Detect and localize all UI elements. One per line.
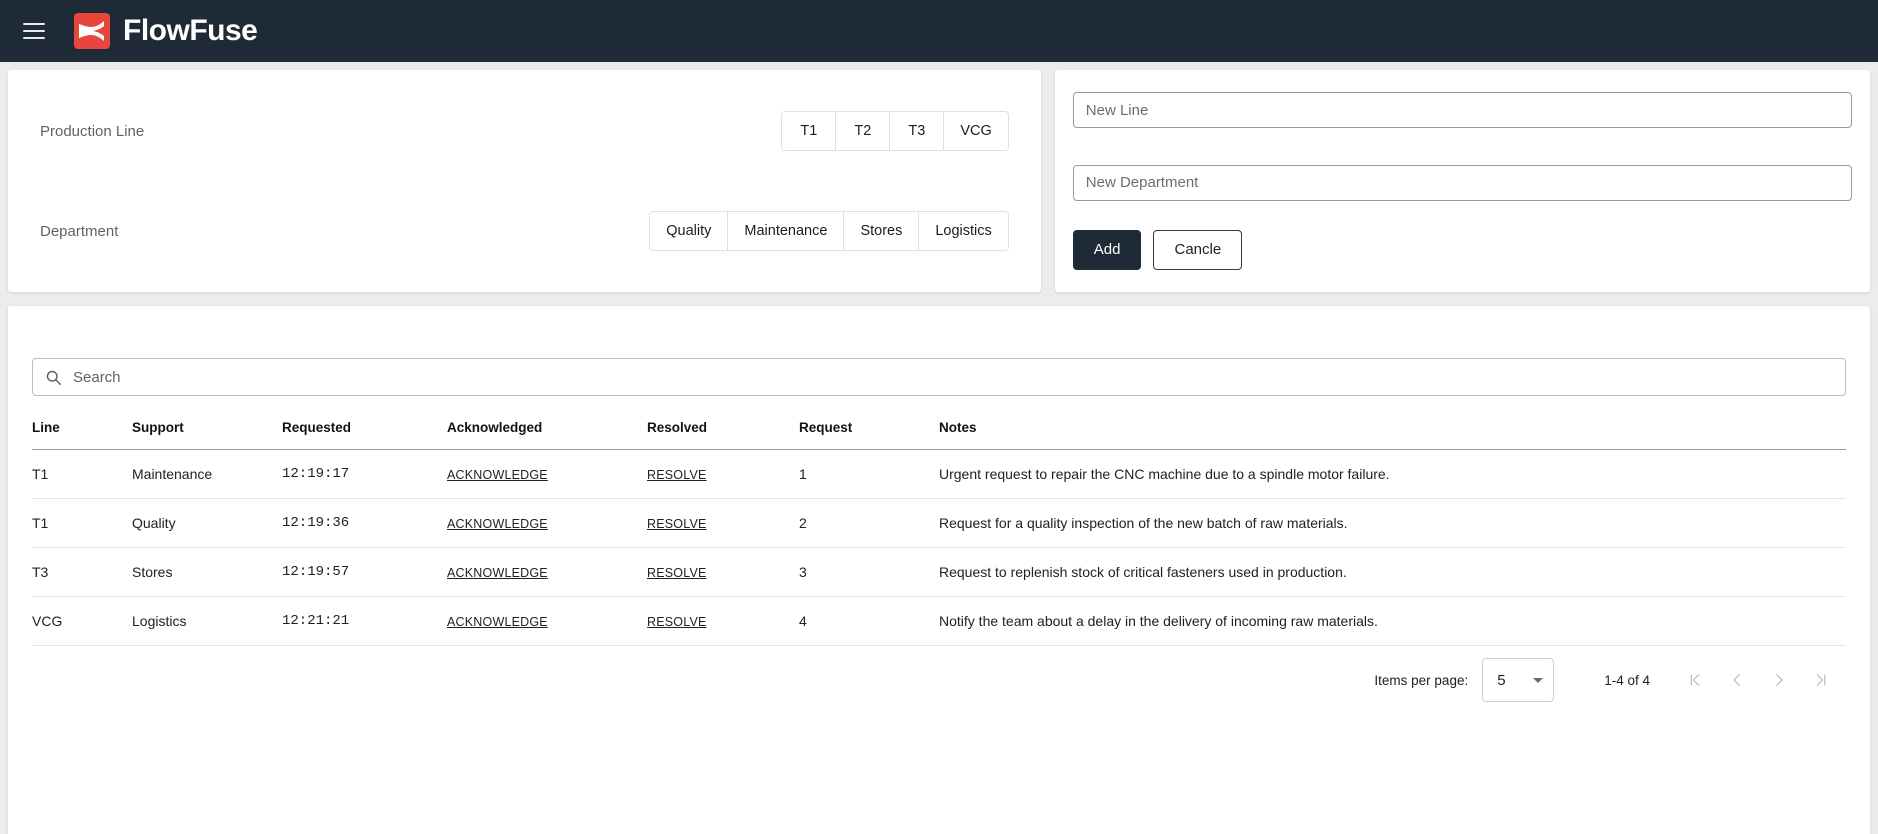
resolve-link[interactable]: RESOLVE — [647, 517, 707, 531]
top-row: Production Line T1 T2 T3 VCG Department … — [8, 70, 1870, 292]
cell-acknowledged: ACKNOWLEDGE — [447, 449, 647, 499]
next-page-icon[interactable] — [1758, 659, 1800, 701]
cell-support: Quality — [132, 498, 282, 548]
table-row: T1 Maintenance 12:19:17 ACKNOWLEDGE RESO… — [32, 449, 1846, 499]
page-range-label: 1-4 of 4 — [1604, 672, 1650, 688]
department-option-maintenance[interactable]: Maintenance — [728, 212, 845, 250]
acknowledge-link[interactable]: ACKNOWLEDGE — [447, 468, 548, 482]
department-label: Department — [40, 222, 119, 240]
cell-notes: Request for a quality inspection of the … — [939, 498, 1846, 548]
new-department-input[interactable] — [1072, 164, 1852, 201]
items-per-page-select[interactable]: 5 — [1482, 658, 1555, 702]
production-line-option-t1[interactable]: T1 — [782, 112, 837, 150]
brand[interactable]: FlowFuse — [74, 13, 258, 49]
previous-page-icon[interactable] — [1716, 659, 1758, 701]
production-line-option-vcg[interactable]: VCG — [944, 112, 1008, 150]
department-option-logistics[interactable]: Logistics — [919, 212, 1008, 250]
table-header-row: Line Support Requested Acknowledged Reso… — [32, 406, 1846, 450]
requests-table-card: Line Support Requested Acknowledged Reso… — [8, 306, 1870, 834]
table-header: Line Support Requested Acknowledged Reso… — [32, 406, 1846, 450]
search-input[interactable] — [73, 368, 1833, 386]
last-page-icon[interactable] — [1800, 659, 1842, 701]
paginator: Items per page: 5 1-4 of 4 — [32, 646, 1846, 714]
cancel-button[interactable]: Cancle — [1153, 229, 1243, 270]
cell-request: 1 — [799, 449, 939, 499]
cell-resolved: RESOLVE — [647, 547, 799, 597]
flowfuse-logo-icon — [74, 13, 110, 49]
production-line-button-group: T1 T2 T3 VCG — [781, 111, 1009, 151]
requests-table: Line Support Requested Acknowledged Reso… — [32, 406, 1846, 646]
resolve-link[interactable]: RESOLVE — [647, 615, 707, 629]
cell-request: 2 — [799, 498, 939, 548]
resolve-link[interactable]: RESOLVE — [647, 468, 707, 482]
production-line-row: Production Line T1 T2 T3 VCG — [40, 81, 1009, 181]
add-button[interactable]: Add — [1072, 229, 1142, 270]
hamburger-menu-icon[interactable] — [14, 11, 54, 51]
production-line-label: Production Line — [40, 122, 145, 140]
items-per-page-label: Items per page: — [1374, 672, 1469, 688]
column-header-requested: Requested — [282, 406, 447, 450]
cell-acknowledged: ACKNOWLEDGE — [447, 498, 647, 548]
cell-requested: 12:19:17 — [282, 449, 447, 499]
hamburger-bar — [23, 23, 45, 25]
hamburger-bar — [23, 30, 45, 32]
acknowledge-link[interactable]: ACKNOWLEDGE — [447, 517, 548, 531]
production-line-option-t3[interactable]: T3 — [890, 112, 945, 150]
cell-line: VCG — [32, 596, 132, 646]
cell-requested: 12:19:36 — [282, 498, 447, 548]
resolve-link[interactable]: RESOLVE — [647, 566, 707, 580]
page-content: Production Line T1 T2 T3 VCG Department … — [0, 62, 1878, 834]
cell-resolved: RESOLVE — [647, 596, 799, 646]
column-header-acknowledged: Acknowledged — [447, 406, 647, 450]
first-page-icon[interactable] — [1674, 659, 1716, 701]
department-option-stores[interactable]: Stores — [844, 212, 920, 250]
department-row: Department Quality Maintenance Stores Lo… — [40, 181, 1009, 281]
cell-acknowledged: ACKNOWLEDGE — [447, 547, 647, 597]
cell-line: T1 — [32, 449, 132, 499]
selector-card: Production Line T1 T2 T3 VCG Department … — [8, 70, 1041, 292]
table-body: T1 Maintenance 12:19:17 ACKNOWLEDGE RESO… — [32, 449, 1846, 646]
department-option-quality[interactable]: Quality — [650, 212, 729, 250]
acknowledge-link[interactable]: ACKNOWLEDGE — [447, 566, 548, 580]
hamburger-bar — [23, 37, 45, 39]
cell-requested: 12:19:57 — [282, 547, 447, 597]
search-field[interactable] — [32, 358, 1846, 396]
column-header-support: Support — [132, 406, 282, 450]
cell-resolved: RESOLVE — [647, 449, 799, 499]
chevron-down-icon — [1533, 677, 1544, 683]
cell-notes: Notify the team about a delay in the del… — [939, 596, 1846, 646]
cell-notes: Request to replenish stock of critical f… — [939, 547, 1846, 597]
app-header: FlowFuse — [0, 0, 1878, 62]
cell-support: Maintenance — [132, 449, 282, 499]
cell-line: T1 — [32, 498, 132, 548]
add-entry-card: Add Cancle — [1054, 70, 1870, 292]
column-header-request: Request — [799, 406, 939, 450]
column-header-resolved: Resolved — [647, 406, 799, 450]
column-header-notes: Notes — [939, 406, 1846, 450]
brand-name: FlowFuse — [123, 14, 258, 47]
new-line-input[interactable] — [1072, 92, 1852, 129]
cell-support: Logistics — [132, 596, 282, 646]
cell-notes: Urgent request to repair the CNC machine… — [939, 449, 1846, 499]
cell-acknowledged: ACKNOWLEDGE — [447, 596, 647, 646]
cell-request: 3 — [799, 547, 939, 597]
cell-request: 4 — [799, 596, 939, 646]
table-row: T1 Quality 12:19:36 ACKNOWLEDGE RESOLVE … — [32, 498, 1846, 548]
add-card-actions: Add Cancle — [1072, 229, 1852, 270]
table-row: VCG Logistics 12:21:21 ACKNOWLEDGE RESOL… — [32, 596, 1846, 646]
department-button-group: Quality Maintenance Stores Logistics — [649, 211, 1009, 251]
cell-support: Stores — [132, 547, 282, 597]
column-header-line: Line — [32, 406, 132, 450]
cell-line: T3 — [32, 547, 132, 597]
table-row: T3 Stores 12:19:57 ACKNOWLEDGE RESOLVE 3… — [32, 547, 1846, 597]
cell-resolved: RESOLVE — [647, 498, 799, 548]
production-line-option-t2[interactable]: T2 — [836, 112, 891, 150]
items-per-page-value: 5 — [1497, 671, 1506, 689]
acknowledge-link[interactable]: ACKNOWLEDGE — [447, 615, 548, 629]
search-icon — [45, 369, 62, 386]
cell-requested: 12:21:21 — [282, 596, 447, 646]
